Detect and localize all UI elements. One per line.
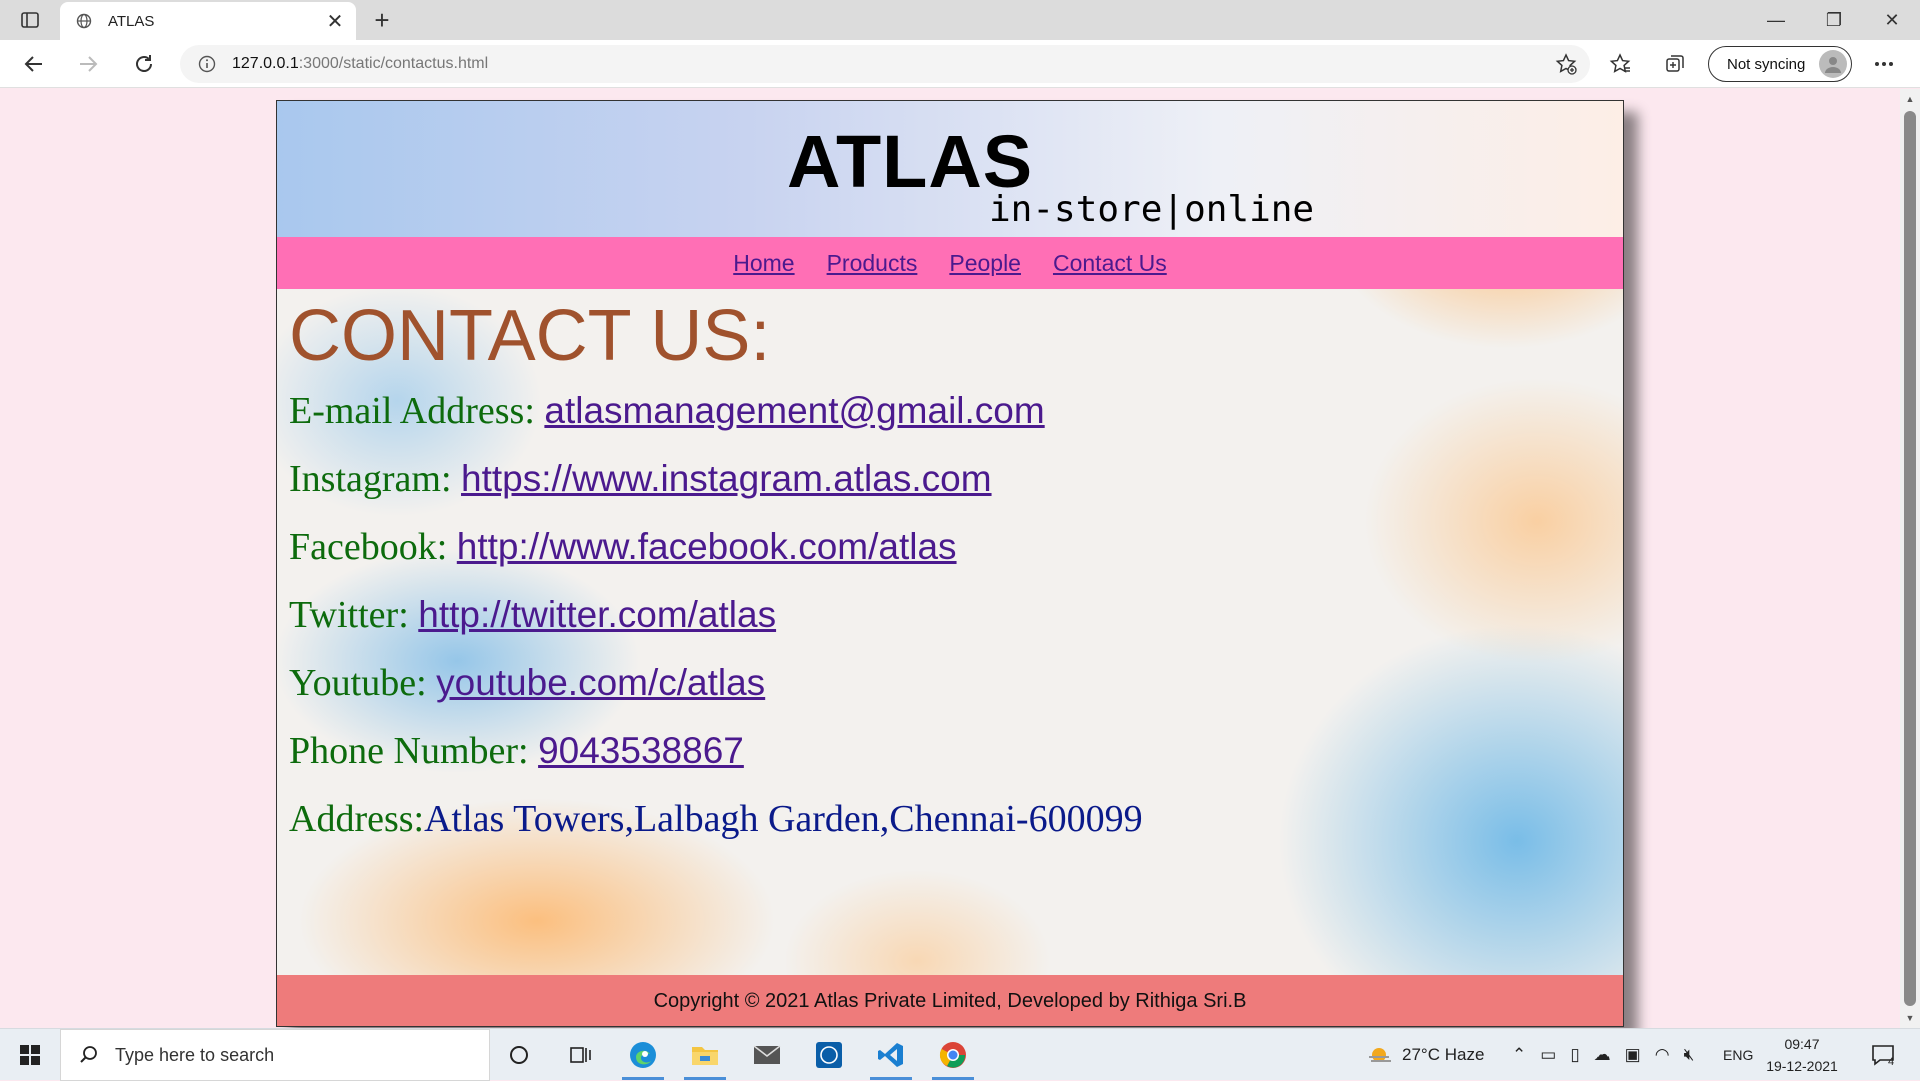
contact-label: Phone Number: [289,730,539,772]
clock[interactable]: 09:47 19-12-2021 [1762,1033,1842,1077]
notification-center-icon[interactable]: 4 [1870,1029,1894,1081]
weather-text: 27°C Haze [1402,1045,1485,1064]
youtube-link[interactable]: youtube.com/c/atlas [436,662,765,703]
contact-label: Twitter: [289,594,419,636]
notification-count: 4 [1888,1056,1895,1068]
site-header: ATLAS in-store|online [277,101,1623,237]
phone-link[interactable]: 9043538867 [538,730,744,771]
nav-link-people[interactable]: People [949,250,1021,277]
onedrive-icon[interactable]: ☁ [1594,1045,1611,1065]
contact-label: Instagram: [289,458,462,500]
search-placeholder: Type here to search [115,1044,275,1065]
scroll-down-icon[interactable]: ▼ [1904,1012,1916,1024]
file-explorer-icon[interactable] [678,1033,732,1080]
sync-label: Not syncing [1727,55,1806,73]
site-nav: Home Products People Contact Us [277,237,1623,289]
chevron-up-icon[interactable]: ⌃ [1512,1045,1526,1065]
scrollbar-thumb[interactable] [1904,111,1916,1006]
weather-widget[interactable]: 27°C Haze [1366,1029,1484,1081]
usb-icon[interactable]: ▯ [1570,1045,1579,1065]
collections-icon[interactable] [1661,50,1689,78]
contact-row-address: Address:Atlas Towers,Lalbagh Garden,Chen… [289,797,1143,841]
add-favorite-icon[interactable] [1554,52,1578,76]
back-arrow-icon[interactable] [18,48,50,80]
nav-link-home[interactable]: Home [733,250,794,277]
contact-label: Facebook: [289,526,457,568]
site-info-icon[interactable] [196,53,218,75]
contact-row-email: E-mail Address: atlasmanagement@gmail.co… [289,389,1045,433]
language-indicator[interactable]: ENG [1723,1029,1753,1081]
site-footer: Copyright © 2021 Atlas Private Limited, … [277,975,1623,1026]
edge-browser-icon[interactable] [616,1033,670,1080]
profile-avatar-icon [1819,50,1847,78]
minimize-icon[interactable]: — [1748,0,1804,40]
taskbar-search-box[interactable]: Type here to search [60,1029,490,1081]
battery-icon[interactable]: ▭ [1540,1045,1556,1065]
volume-muted-icon[interactable]: 🔇︎ [1684,1045,1695,1065]
contact-row-instagram: Instagram: https://www.instagram.atlas.c… [289,457,992,501]
dell-app-icon[interactable] [802,1033,856,1077]
restore-icon[interactable]: ❐ [1806,0,1862,40]
site-tagline: in-store|online [989,189,1315,230]
tab-actions-icon[interactable] [18,8,42,32]
forward-arrow-icon[interactable] [72,48,104,80]
clock-time: 09:47 [1784,1036,1820,1052]
contact-row-youtube: Youtube: youtube.com/c/atlas [289,661,765,705]
nav-link-contact-us[interactable]: Contact Us [1053,250,1167,277]
email-link[interactable]: atlasmanagement@gmail.com [544,390,1044,431]
search-icon [77,1043,101,1067]
nav-link-products[interactable]: Products [827,250,918,277]
sync-status-button[interactable]: Not syncing [1708,46,1852,82]
windows-start-icon[interactable] [0,1029,60,1081]
contact-label: E-mail Address: [289,390,545,432]
task-view-icon[interactable] [554,1033,608,1077]
favorites-icon[interactable] [1606,50,1634,78]
tab-title: ATLAS [108,12,155,30]
refresh-icon[interactable] [128,48,160,80]
site-container: ATLAS in-store|online Home Products Peop… [276,100,1624,1027]
address-text: Atlas Towers,Lalbagh Garden,Chennai-6000… [424,798,1143,840]
chrome-icon[interactable] [926,1033,980,1080]
page-scrollbar[interactable]: ▲ ▼ [1900,89,1920,1028]
tab-strip: ATLAS ✕ + — ❐ ✕ [0,0,1920,40]
windows-taskbar: Type here to search 27°C Haze ⌃ ▭ ▯ ☁ ▣ … [0,1028,1920,1081]
browser-window: ATLAS ✕ + — ❐ ✕ 127.0.0.1:3000/static/co… [0,0,1920,1081]
vscode-icon[interactable] [864,1033,918,1080]
contact-row-facebook: Facebook: http://www.facebook.com/atlas [289,525,957,569]
globe-icon [74,11,94,31]
system-tray: ⌃ ▭ ▯ ☁ ▣ ◠ 🔇︎ [1512,1029,1694,1081]
contact-row-phone: Phone Number: 9043538867 [289,729,744,773]
display-icon[interactable]: ▣ [1625,1045,1641,1065]
tab-atlas[interactable]: ATLAS ✕ [60,2,356,40]
weather-haze-icon [1366,1043,1394,1067]
address-bar[interactable]: 127.0.0.1:3000/static/contactus.html [180,45,1590,83]
scroll-up-icon[interactable]: ▲ [1904,93,1916,105]
close-tab-icon[interactable]: ✕ [320,6,350,36]
browser-toolbar: 127.0.0.1:3000/static/contactus.html Not… [0,40,1920,88]
facebook-link[interactable]: http://www.facebook.com/atlas [457,526,957,567]
mail-icon[interactable] [740,1033,794,1077]
page-title: CONTACT US: [289,296,771,376]
url-text: 127.0.0.1:3000/static/contactus.html [232,55,489,72]
twitter-link[interactable]: http://twitter.com/atlas [418,594,776,635]
close-window-icon[interactable]: ✕ [1864,0,1920,40]
cortana-icon[interactable] [492,1033,546,1077]
new-tab-button[interactable]: + [368,5,396,35]
contact-label: Address: [289,798,425,840]
clock-date: 19-12-2021 [1766,1058,1838,1074]
contact-label: Youtube: [289,662,437,704]
contact-row-twitter: Twitter: http://twitter.com/atlas [289,593,776,637]
instagram-link[interactable]: https://www.instagram.atlas.com [461,458,992,499]
wifi-icon[interactable]: ◠ [1655,1045,1670,1065]
page-viewport: ATLAS in-store|online Home Products Peop… [0,89,1900,1028]
more-options-icon[interactable] [1870,50,1898,78]
